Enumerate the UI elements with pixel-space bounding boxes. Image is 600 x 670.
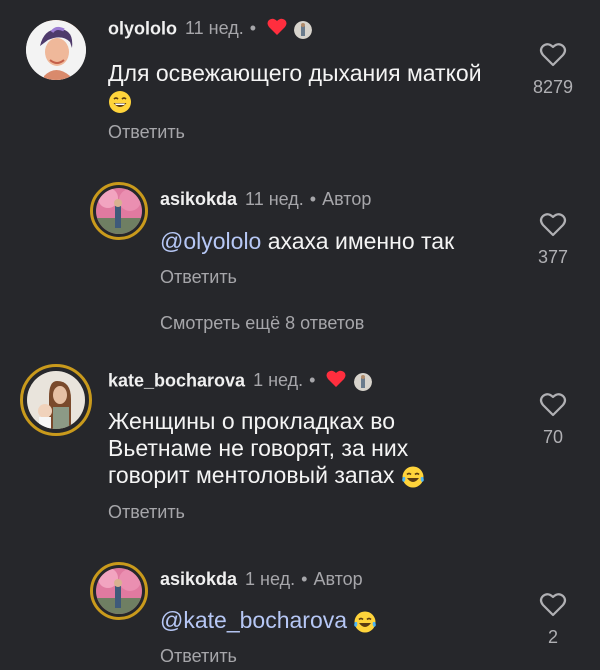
comment-body-line: Вьетнаме не говорят, за них [108, 435, 409, 461]
timestamp: 11 нед. [245, 189, 304, 209]
avatar-olyololo[interactable] [26, 20, 86, 80]
username[interactable]: olyololo [108, 18, 177, 38]
author-badge: Автор [313, 569, 363, 589]
username[interactable]: asikokda [160, 569, 237, 589]
author-mini-avatar [294, 20, 313, 39]
comment-header: asikokda 11 нед. • Автор [160, 189, 371, 210]
reply-button[interactable]: Ответить [108, 502, 185, 523]
like-control: 2 [523, 592, 583, 648]
reply-button[interactable]: Ответить [108, 122, 185, 143]
comment-body-line: говорит ментоловый запах [108, 462, 395, 488]
tears-of-joy-icon [401, 465, 425, 489]
like-heart-icon[interactable] [539, 212, 567, 238]
comment-text: Для освежающего дыхания маткой [108, 60, 518, 114]
view-more-replies-button[interactable]: Смотреть ещё 8 ответов [160, 313, 364, 334]
comment-text: @kate_bocharova [160, 607, 520, 634]
comment-header: olyololo 11 нед. • [108, 18, 313, 41]
like-control: 377 [523, 212, 583, 268]
avatar-kate-bocharova[interactable] [27, 371, 85, 429]
avatar-asikokda-image [96, 188, 142, 234]
like-control: 8279 [523, 42, 583, 98]
timestamp: 1 нед. [245, 569, 296, 589]
avatar-asikokda-image [96, 568, 142, 614]
comment-text: @olyololo ахаха именно так [160, 228, 520, 255]
separator-dot: • [309, 370, 316, 391]
author-liked-heart-icon [326, 370, 346, 393]
like-count: 8279 [532, 77, 574, 97]
username[interactable]: asikokda [160, 189, 237, 209]
separator-dot: • [301, 569, 308, 589]
comment-body: Для освежающего дыхания маткой [108, 60, 482, 86]
avatar-kate-bocharova-image [27, 371, 85, 429]
comment-header: asikokda 1 нед. • Автор [160, 569, 363, 590]
comment-header: kate_bocharova 1 нед. • [108, 370, 372, 393]
like-count: 377 [537, 247, 569, 267]
like-control: 70 [523, 392, 583, 448]
tears-of-joy-icon [353, 610, 377, 634]
avatar-asikokda[interactable] [96, 188, 142, 234]
avatar-asikokda[interactable] [96, 568, 142, 614]
reply-button[interactable]: Ответить [160, 646, 237, 667]
mention-link[interactable]: @olyololo [160, 228, 261, 254]
comment-body: ахаха именно так [267, 228, 455, 254]
separator-dot: • [309, 189, 317, 209]
separator-dot: • [249, 18, 257, 39]
timestamp: 1 нед. [253, 370, 304, 391]
like-count: 2 [547, 627, 558, 647]
grinning-face-icon [108, 90, 132, 114]
like-heart-icon[interactable] [539, 42, 567, 68]
like-heart-icon[interactable] [539, 392, 567, 418]
timestamp: 11 нед. [185, 18, 244, 39]
username[interactable]: kate_bocharova [108, 370, 245, 390]
comment-text: Женщины о прокладках во Вьетнаме не гово… [108, 408, 508, 489]
author-mini-avatar [353, 372, 372, 391]
author-liked-heart-icon [267, 18, 287, 41]
like-count: 70 [542, 427, 564, 447]
comment-body-line: Женщины о прокладках во [108, 408, 396, 434]
like-heart-icon[interactable] [539, 592, 567, 618]
mention-link[interactable]: @kate_bocharova [160, 607, 347, 633]
reply-button[interactable]: Ответить [160, 267, 237, 288]
avatar-olyololo-image [26, 20, 86, 80]
author-badge: Автор [322, 189, 372, 209]
